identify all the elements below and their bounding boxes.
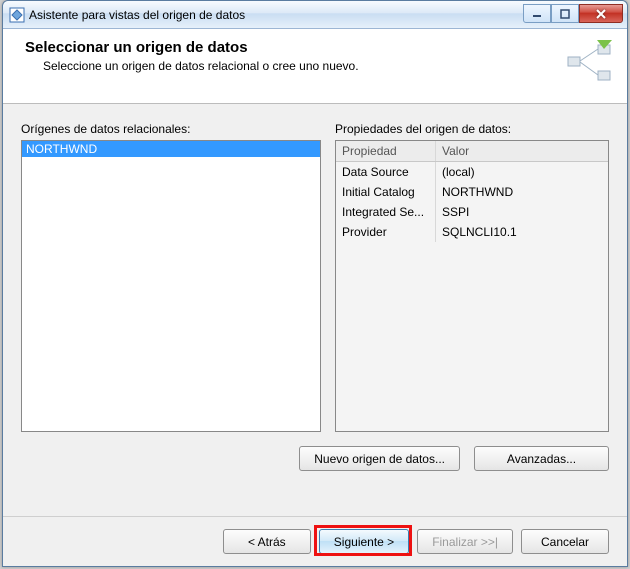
property-value: (local): [436, 162, 608, 182]
app-icon: [9, 7, 25, 23]
finish-button: Finalizar >>|: [417, 529, 513, 554]
page-subtitle: Seleccione un origen de datos relacional…: [43, 59, 611, 73]
new-datasource-button[interactable]: Nuevo origen de datos...: [299, 446, 460, 471]
wizard-window: Asistente para vistas del origen de dato…: [2, 0, 628, 567]
page-title: Seleccionar un origen de datos: [25, 39, 611, 56]
wizard-footer: < Atrás Siguiente > Finalizar >>| Cancel…: [3, 516, 627, 566]
window-controls: [523, 4, 623, 24]
property-grid[interactable]: PropiedadValorData Source(local)Initial …: [335, 140, 609, 432]
titlebar[interactable]: Asistente para vistas del origen de dato…: [3, 1, 627, 29]
property-value: SSPI: [436, 202, 608, 222]
property-row[interactable]: ProviderSQLNCLI10.1: [336, 222, 608, 242]
propheader-name: Propiedad: [336, 141, 436, 161]
property-grid-header: PropiedadValor: [336, 141, 608, 162]
back-button[interactable]: < Atrás: [223, 529, 311, 554]
window-title: Asistente para vistas del origen de dato…: [29, 8, 523, 22]
advanced-button[interactable]: Avanzadas...: [474, 446, 609, 471]
minimize-button[interactable]: [523, 4, 551, 23]
sources-list-label: Orígenes de datos relacionales:: [21, 122, 321, 136]
property-row[interactable]: Initial CatalogNORTHWND: [336, 182, 608, 202]
property-value: NORTHWND: [436, 182, 608, 202]
wizard-graphic-icon: [562, 37, 617, 92]
close-button[interactable]: [579, 4, 623, 23]
property-value: SQLNCLI10.1: [436, 222, 608, 242]
property-row[interactable]: Integrated Se...SSPI: [336, 202, 608, 222]
propheader-value: Valor: [436, 141, 608, 161]
wizard-content: Orígenes de datos relacionales: NORTHWND…: [3, 104, 627, 516]
wizard-header: Seleccionar un origen de datos Seleccion…: [3, 29, 627, 104]
property-name: Initial Catalog: [336, 182, 436, 202]
maximize-button[interactable]: [551, 4, 579, 23]
property-name: Provider: [336, 222, 436, 242]
property-name: Integrated Se...: [336, 202, 436, 222]
properties-label: Propiedades del origen de datos:: [335, 122, 609, 136]
cancel-button[interactable]: Cancelar: [521, 529, 609, 554]
next-button[interactable]: Siguiente >: [319, 529, 409, 554]
property-row[interactable]: Data Source(local): [336, 162, 608, 182]
list-item[interactable]: NORTHWND: [22, 141, 320, 157]
sources-listbox[interactable]: NORTHWND: [21, 140, 321, 432]
property-name: Data Source: [336, 162, 436, 182]
